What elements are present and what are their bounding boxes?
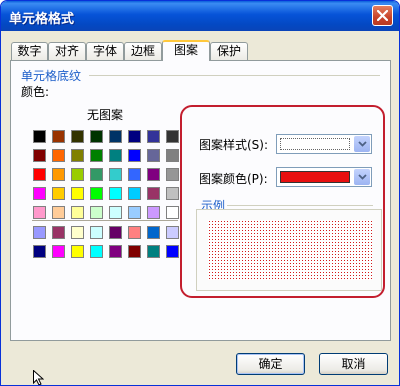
color-swatch[interactable] xyxy=(90,130,103,143)
cancel-button[interactable]: 取消 xyxy=(319,353,388,375)
color-swatch[interactable] xyxy=(33,168,46,181)
color-swatch[interactable] xyxy=(90,187,103,200)
color-swatch[interactable] xyxy=(52,206,65,219)
color-swatch[interactable] xyxy=(128,130,141,143)
ok-button[interactable]: 确定 xyxy=(236,353,305,375)
color-swatch[interactable] xyxy=(109,149,122,162)
color-swatch[interactable] xyxy=(52,168,65,181)
palette-separator xyxy=(32,220,178,221)
color-swatch[interactable] xyxy=(128,226,141,239)
color-swatch[interactable] xyxy=(33,130,46,143)
color-swatch[interactable] xyxy=(109,130,122,143)
color-swatch[interactable] xyxy=(90,149,103,162)
color-swatch[interactable] xyxy=(147,226,160,239)
group-divider xyxy=(89,75,380,76)
dialog-title: 单元格格式 xyxy=(9,12,75,27)
color-swatch[interactable] xyxy=(109,206,122,219)
color-swatch[interactable] xyxy=(71,206,84,219)
pattern-style-dropdown-arrow[interactable] xyxy=(354,136,370,152)
chevron-down-icon xyxy=(357,141,367,147)
tab-font[interactable]: 字体 xyxy=(86,42,124,60)
color-swatch[interactable] xyxy=(109,245,122,258)
color-swatch[interactable] xyxy=(147,206,160,219)
color-swatch[interactable] xyxy=(90,206,103,219)
color-swatch[interactable] xyxy=(52,130,65,143)
color-swatch[interactable] xyxy=(147,168,160,181)
color-swatch[interactable] xyxy=(52,226,65,239)
color-swatch[interactable] xyxy=(33,245,46,258)
color-swatch[interactable] xyxy=(147,149,160,162)
color-swatch[interactable] xyxy=(90,245,103,258)
color-swatch[interactable] xyxy=(166,206,179,219)
color-swatch[interactable] xyxy=(166,187,179,200)
color-swatch[interactable] xyxy=(109,187,122,200)
tab-alignment[interactable]: 对齐 xyxy=(48,42,86,60)
color-swatch[interactable] xyxy=(166,149,179,162)
tab-patterns[interactable]: 图案 xyxy=(162,40,210,61)
color-swatch[interactable] xyxy=(147,130,160,143)
color-swatch[interactable] xyxy=(71,149,84,162)
color-swatch[interactable] xyxy=(52,187,65,200)
color-swatch[interactable] xyxy=(166,168,179,181)
close-button[interactable] xyxy=(372,5,393,26)
shading-group-caption: 单元格底纹 xyxy=(21,69,82,83)
color-swatch[interactable] xyxy=(71,226,84,239)
color-swatch[interactable] xyxy=(33,149,46,162)
color-swatch[interactable] xyxy=(128,149,141,162)
sample-pattern-fill xyxy=(208,220,372,280)
color-swatch[interactable] xyxy=(166,226,179,239)
format-cells-dialog: 单元格格式 数字 对齐 字体 边框 图案 保护 单元格底纹 颜色: 无图案 图案… xyxy=(0,0,400,386)
pattern-style-dropdown[interactable] xyxy=(276,134,372,154)
color-swatch[interactable] xyxy=(33,206,46,219)
tab-number[interactable]: 数字 xyxy=(11,42,48,60)
color-swatch[interactable] xyxy=(33,187,46,200)
color-swatch[interactable] xyxy=(109,226,122,239)
color-swatch[interactable] xyxy=(52,245,65,258)
sample-divider xyxy=(227,205,373,206)
color-label: 颜色: xyxy=(21,85,50,99)
color-swatch[interactable] xyxy=(128,168,141,181)
tab-protection[interactable]: 保护 xyxy=(210,42,248,60)
tab-border[interactable]: 边框 xyxy=(124,42,162,60)
pattern-color-dropdown[interactable] xyxy=(276,167,372,187)
chevron-down-icon xyxy=(357,174,367,180)
title-bar[interactable]: 单元格格式 xyxy=(1,1,399,31)
color-swatch[interactable] xyxy=(90,168,103,181)
color-swatch[interactable] xyxy=(128,245,141,258)
color-swatch[interactable] xyxy=(71,130,84,143)
close-icon xyxy=(377,10,388,21)
color-swatch[interactable] xyxy=(71,245,84,258)
color-swatch[interactable] xyxy=(128,206,141,219)
pattern-color-label: 图案颜色(P): xyxy=(199,172,268,186)
mouse-pointer-icon xyxy=(33,370,44,385)
color-swatch[interactable] xyxy=(52,149,65,162)
pattern-color-swatch xyxy=(280,171,350,183)
pattern-style-label: 图案样式(S): xyxy=(199,138,269,152)
patterns-panel: 单元格底纹 颜色: 无图案 图案样式(S): 图案颜色(P): 示例 xyxy=(10,60,391,341)
color-swatch[interactable] xyxy=(109,168,122,181)
color-swatch[interactable] xyxy=(166,130,179,143)
color-swatch[interactable] xyxy=(147,245,160,258)
pattern-color-dropdown-arrow[interactable] xyxy=(354,169,370,185)
color-swatch[interactable] xyxy=(166,245,179,258)
pattern-style-swatch xyxy=(280,138,350,150)
color-swatch[interactable] xyxy=(147,187,160,200)
color-swatch[interactable] xyxy=(128,187,141,200)
color-swatch[interactable] xyxy=(71,187,84,200)
color-swatch[interactable] xyxy=(90,226,103,239)
sample-preview xyxy=(196,209,382,291)
color-swatch[interactable] xyxy=(71,168,84,181)
color-swatch[interactable] xyxy=(33,226,46,239)
no-pattern-button[interactable]: 无图案 xyxy=(31,106,179,123)
